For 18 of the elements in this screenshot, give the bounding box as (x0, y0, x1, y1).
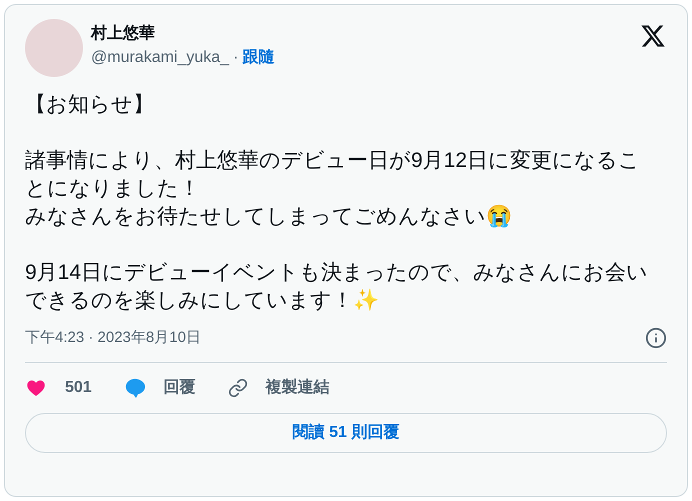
separator-dot: · (233, 48, 238, 68)
x-logo-icon[interactable] (639, 23, 667, 49)
info-icon[interactable] (645, 327, 667, 350)
speech-bubble-icon (124, 376, 146, 398)
follow-link[interactable]: 跟隨 (242, 47, 274, 69)
copy-action[interactable]: 複製連結 (228, 376, 330, 400)
tweet-text: 諸事情により、村上悠華のデビュー日が9月12日に変更になることになりました！ (25, 148, 642, 202)
author-handle[interactable]: @murakami_yuka_ (91, 47, 230, 69)
reply-action[interactable]: 回覆 (124, 376, 196, 400)
timestamp[interactable]: 下午4:23 · 2023年8月10日 (25, 327, 201, 350)
like-action[interactable]: 501 (25, 376, 92, 400)
read-replies-button[interactable]: 閱讀 51 則回覆 (25, 412, 667, 452)
tweet-text: 【お知らせ】 (25, 92, 155, 118)
tweet-text: 9月14日にデビューイベントも決まったので、みなさんにお会いできるのを楽しみにしています！✨ (25, 260, 650, 314)
heart-icon (25, 378, 47, 398)
tweet-text: みなさんをお待たせしてしまってごめんなさい😭 (25, 204, 513, 230)
link-icon (228, 378, 248, 398)
author-name[interactable]: 村上悠華 (91, 23, 274, 45)
